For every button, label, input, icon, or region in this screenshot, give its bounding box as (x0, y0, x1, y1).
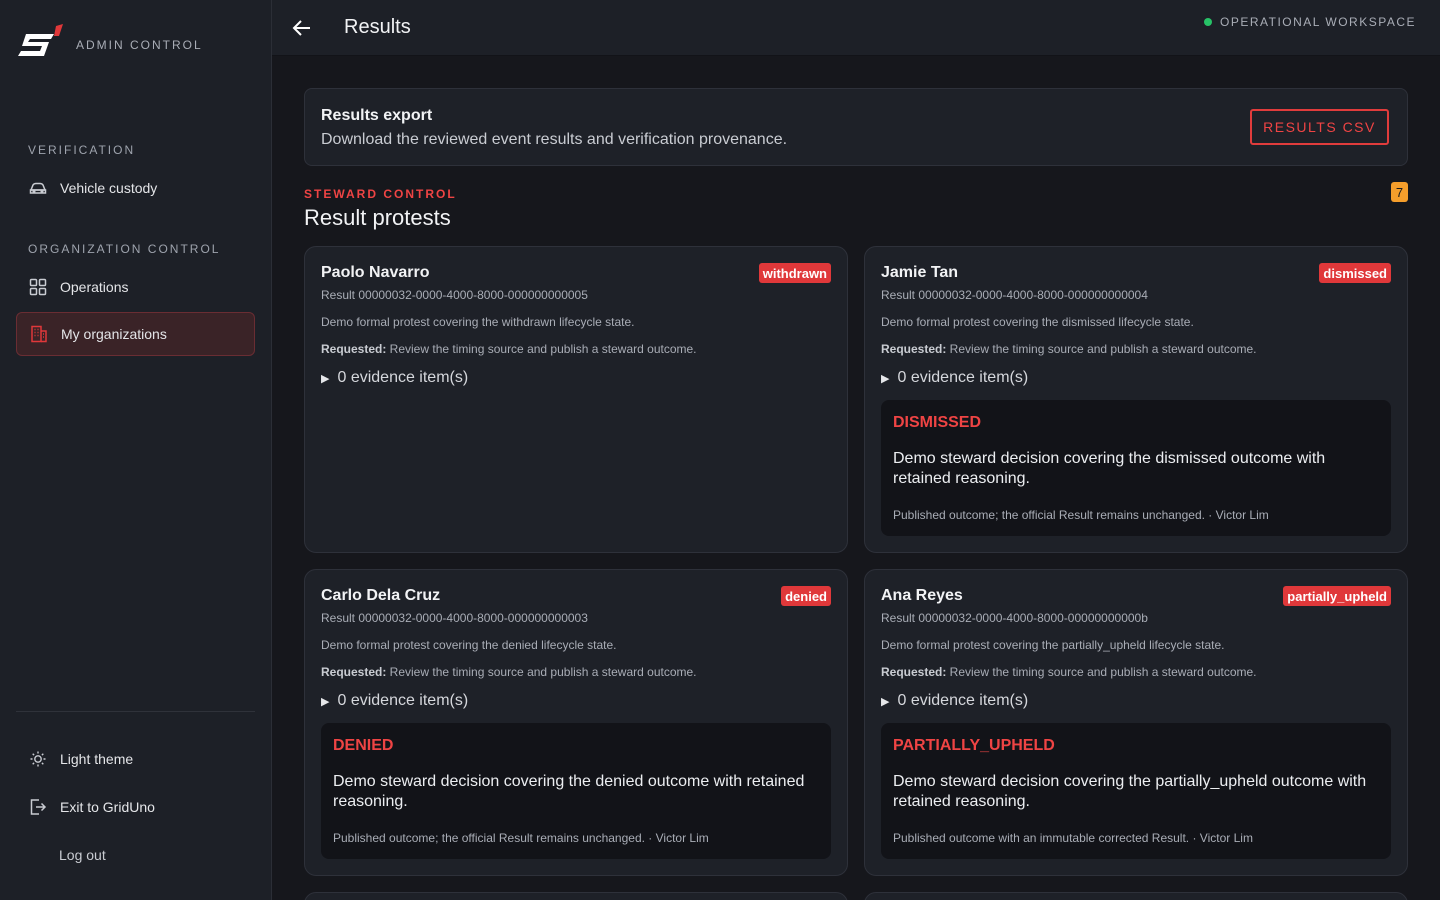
exit-label: Exit to GridUno (60, 799, 155, 815)
nav-section-organization-control: ORGANIZATION CONTROL (28, 242, 221, 256)
protest-card (304, 892, 848, 900)
exit-gridun-button[interactable]: Exit to GridUno (16, 785, 255, 829)
sidebar-item-label: My organizations (61, 326, 167, 342)
protest-result-id: Result 00000032-0000-4000-8000-000000000… (321, 288, 588, 302)
requested-text: Review the timing source and publish a s… (386, 342, 697, 356)
export-description: Download the reviewed event results and … (321, 131, 788, 148)
light-theme-button[interactable]: Light theme (16, 737, 255, 781)
evidence-label: 0 evidence item(s) (897, 692, 1029, 709)
evidence-label: 0 evidence item(s) (337, 369, 469, 386)
evidence-toggle[interactable]: ▶ 0 evidence item(s) (321, 692, 468, 710)
sidebar-item-label: Operations (60, 279, 129, 295)
building-icon (29, 324, 49, 344)
requested-text: Review the timing source and publish a s… (386, 665, 697, 679)
protest-name: Jamie Tan (881, 264, 959, 281)
requested-label: Requested: (881, 342, 947, 356)
brand-title: ADMIN CONTROL (76, 38, 203, 52)
protest-card (864, 892, 1408, 900)
decision-title: PARTIALLY_UPHELD (893, 737, 1055, 754)
sidebar: ADMIN CONTROL VERIFICATION Vehicle custo… (0, 0, 272, 900)
protest-description: Demo formal protest covering the dismiss… (881, 315, 1194, 329)
sidebar-item-operations[interactable]: Operations (16, 265, 255, 309)
protest-card: Carlo Dela Cruz denied Result 00000032-0… (304, 569, 848, 876)
requested-label: Requested: (321, 665, 387, 679)
protest-requested: Requested: Review the timing source and … (881, 665, 1257, 679)
steward-decision: PARTIALLY_UPHELD Demo steward decision c… (881, 723, 1391, 859)
status-badge: dismissed (1319, 263, 1391, 283)
sidebar-divider (16, 711, 255, 712)
evidence-label: 0 evidence item(s) (337, 692, 469, 709)
protest-name: Carlo Dela Cruz (321, 587, 441, 604)
results-csv-button[interactable]: RESULTS CSV (1250, 109, 1389, 145)
decision-title: DISMISSED (893, 414, 982, 431)
results-export-card: Results export Download the reviewed eve… (304, 88, 1408, 166)
protest-card: Ana Reyes partially_upheld Result 000000… (864, 569, 1408, 876)
steward-decision: DENIED Demo steward decision covering th… (321, 723, 831, 859)
protest-requested: Requested: Review the timing source and … (321, 342, 697, 356)
decision-text: Demo steward decision covering the dismi… (893, 450, 1326, 487)
protest-count-badge: 7 (1391, 182, 1408, 202)
evidence-toggle[interactable]: ▶ 0 evidence item(s) (321, 369, 468, 387)
decision-meta: Published outcome with an immutable corr… (893, 831, 1253, 845)
status-badge: withdrawn (758, 263, 831, 283)
protest-description: Demo formal protest covering the withdra… (321, 315, 635, 329)
light-theme-label: Light theme (60, 751, 134, 767)
steward-decision: DISMISSED Demo steward decision covering… (881, 400, 1391, 536)
section-eyebrow: STEWARD CONTROL (304, 187, 457, 201)
workspace-status: OPERATIONAL WORKSPACE (1204, 15, 1416, 29)
sidebar-item-label: Vehicle custody (60, 180, 158, 196)
brand[interactable]: ADMIN CONTROL (16, 24, 203, 62)
decision-title: DENIED (333, 737, 394, 754)
decision-meta: Published outcome; the official Result r… (893, 508, 1269, 522)
protest-requested: Requested: Review the timing source and … (881, 342, 1257, 356)
logout-button[interactable]: Log out (16, 833, 255, 877)
protest-result-id: Result 00000032-0000-4000-8000-000000000… (881, 288, 1148, 302)
top-bar: Results OPERATIONAL WORKSPACE (272, 0, 1440, 56)
evidence-toggle[interactable]: ▶ 0 evidence item(s) (881, 692, 1028, 710)
evidence-label: 0 evidence item(s) (897, 369, 1029, 386)
protest-result-id: Result 00000032-0000-4000-8000-000000000… (881, 611, 1148, 625)
decision-meta: Published outcome; the official Result r… (333, 831, 709, 845)
decision-text: Demo steward decision covering the denie… (333, 773, 805, 810)
exit-icon (28, 797, 48, 817)
protest-description: Demo formal protest covering the denied … (321, 638, 617, 652)
requested-text: Review the timing source and publish a s… (946, 342, 1257, 356)
gridun-logo-icon (16, 24, 64, 62)
protest-name: Paolo Navarro (321, 264, 430, 281)
export-title: Results export (321, 107, 433, 124)
logout-label: Log out (59, 847, 106, 863)
grid-icon (28, 277, 48, 297)
sidebar-item-my-organizations[interactable]: My organizations (16, 312, 255, 356)
status-label: OPERATIONAL WORKSPACE (1220, 15, 1416, 29)
disclosure-triangle-icon: ▶ (321, 695, 330, 708)
protest-result-id: Result 00000032-0000-4000-8000-000000000… (321, 611, 588, 625)
protest-card: Paolo Navarro withdrawn Result 00000032-… (304, 246, 848, 553)
status-badge: partially_upheld (1283, 586, 1391, 606)
sidebar-item-vehicle-custody[interactable]: Vehicle custody (16, 166, 255, 210)
requested-label: Requested: (881, 665, 947, 679)
evidence-toggle[interactable]: ▶ 0 evidence item(s) (881, 369, 1028, 387)
protest-requested: Requested: Review the timing source and … (321, 665, 697, 679)
requested-text: Review the timing source and publish a s… (946, 665, 1257, 679)
page-title: Results (344, 16, 411, 38)
requested-label: Requested: (321, 342, 387, 356)
disclosure-triangle-icon: ▶ (321, 372, 330, 385)
disclosure-triangle-icon: ▶ (881, 695, 890, 708)
protest-card: Jamie Tan dismissed Result 00000032-0000… (864, 246, 1408, 553)
car-icon (28, 178, 48, 198)
decision-text: Demo steward decision covering the parti… (893, 773, 1367, 810)
status-badge: denied (781, 586, 831, 606)
disclosure-triangle-icon: ▶ (881, 372, 890, 385)
protest-name: Ana Reyes (881, 587, 963, 604)
protest-description: Demo formal protest covering the partial… (881, 638, 1225, 652)
back-arrow-icon[interactable] (290, 16, 314, 40)
section-title: Result protests (304, 205, 451, 230)
nav-section-verification: VERIFICATION (28, 143, 136, 157)
sun-icon (28, 749, 48, 769)
status-dot-icon (1204, 18, 1213, 26)
